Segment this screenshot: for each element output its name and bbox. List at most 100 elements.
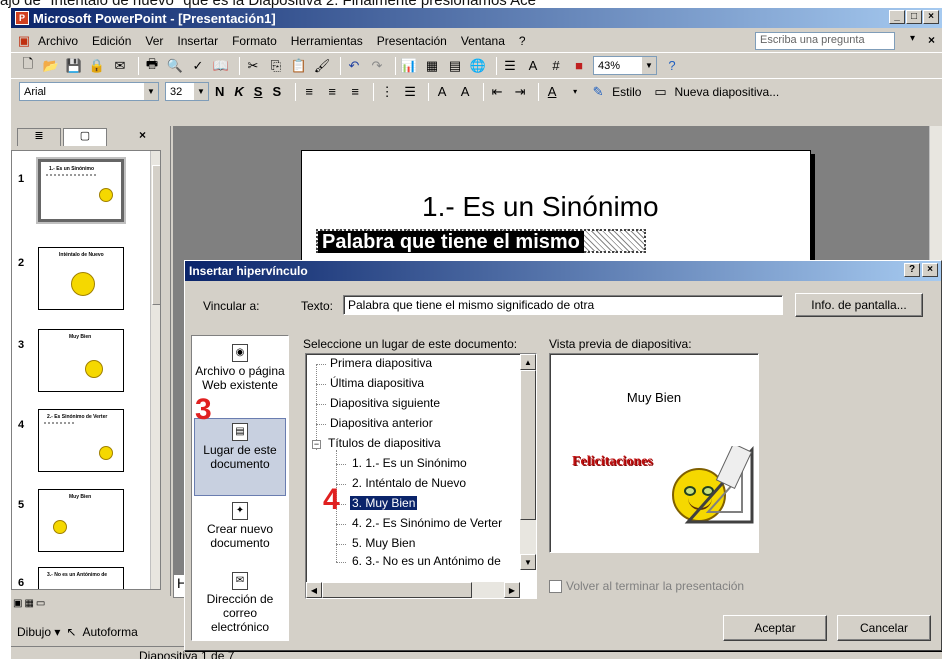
align-right-icon[interactable]: ≡ [346, 83, 364, 101]
menu-archivo[interactable]: Archivo [38, 34, 78, 48]
new-slide-icon[interactable]: ▭ [651, 83, 669, 101]
research-icon[interactable]: 📖 [212, 57, 230, 75]
slide-thumbnail-5[interactable]: Muy Bien [38, 489, 124, 552]
document-icon[interactable]: ▣ [15, 32, 33, 50]
font-color-icon[interactable]: A [543, 83, 561, 101]
font-combo[interactable]: Arial ▼ [19, 82, 159, 101]
menu-insertar[interactable]: Insertar [177, 34, 218, 48]
tree-item-slide-6[interactable]: 6. 3.- No es un Antónimo de [352, 554, 501, 568]
cancel-button[interactable]: Cancelar [837, 615, 931, 641]
collapse-icon[interactable]: − [312, 440, 321, 449]
menu-edicion[interactable]: Edición [92, 34, 131, 48]
tree-item-slide-3-selected[interactable]: 3. Muy Bien [350, 496, 418, 510]
slideshow-icon[interactable]: ▭ [36, 598, 45, 609]
dialog-close-button[interactable]: × [922, 263, 938, 277]
slide-title[interactable]: 1.- Es un Sinónimo [422, 191, 659, 223]
zoom-combo[interactable]: 43% ▼ [593, 56, 657, 75]
screentip-button[interactable]: Info. de pantalla... [795, 293, 923, 317]
menu-ventana[interactable]: Ventana [461, 34, 505, 48]
tree-item-first-slide[interactable]: Primera diapositiva [330, 356, 432, 370]
undo-icon[interactable]: ↶ [345, 57, 363, 75]
tree-group-slide-titles[interactable]: Títulos de diapositiva [328, 436, 441, 450]
tree-item-next-slide[interactable]: Diapositiva siguiente [330, 396, 440, 410]
cut-icon[interactable]: ✂ [244, 57, 262, 75]
hyperlink-icon[interactable]: 🌐 [469, 57, 487, 75]
spelling-icon[interactable]: ✓ [189, 57, 207, 75]
insert-table-icon[interactable]: ▦ [423, 57, 441, 75]
tree-item-last-slide[interactable]: Última diapositiva [330, 376, 424, 390]
chevron-down-icon[interactable]: ▼ [194, 83, 208, 100]
autoshapes-menu[interactable]: Autoforma [82, 625, 137, 639]
create-new-document-button[interactable]: ✦ Crear nuevo documento [194, 498, 286, 576]
italic-button[interactable]: K [234, 84, 243, 99]
minimize-button[interactable]: _ [889, 10, 905, 24]
formatting-icon[interactable]: A [524, 57, 542, 75]
tab-slides[interactable]: ▢ [63, 128, 107, 146]
tree-vertical-scrollbar[interactable]: ▲ ▼ [520, 354, 536, 570]
design-icon[interactable]: ✎ [589, 83, 607, 101]
new-slide-button[interactable]: Nueva diapositiva... [674, 85, 779, 99]
copy-icon[interactable]: ⎘ [267, 57, 285, 75]
tables-borders-icon[interactable]: ▤ [446, 57, 464, 75]
tree-item-slide-2[interactable]: 2. Inténtalo de Nuevo [352, 476, 466, 490]
tree-item-slide-1[interactable]: 1. 1.- Es un Sinónimo [352, 456, 467, 470]
tree-item-previous-slide[interactable]: Diapositiva anterior [330, 416, 433, 430]
tree-item-slide-5[interactable]: 5. Muy Bien [352, 536, 415, 550]
tree-item-slide-4[interactable]: 4. 2.- Es Sinónimo de Verter [352, 516, 502, 530]
chevron-down-icon[interactable]: ▼ [642, 57, 656, 74]
slide-body-placeholder[interactable]: Palabra que tiene el mismo [316, 229, 646, 253]
redo-icon[interactable]: ↷ [368, 57, 386, 75]
thumbnails-scrollbar[interactable] [150, 151, 160, 589]
scroll-up-icon[interactable]: ▲ [520, 354, 536, 370]
help-icon[interactable]: ? [663, 57, 681, 75]
bold-button[interactable]: N [215, 84, 224, 99]
expand-all-icon[interactable]: ☰ [501, 57, 519, 75]
scroll-right-icon[interactable]: ▶ [504, 582, 520, 598]
select-pointer-icon[interactable]: ↖ [66, 625, 76, 639]
menu-ver[interactable]: Ver [145, 34, 163, 48]
scroll-left-icon[interactable]: ◀ [306, 582, 322, 598]
place-in-document-button[interactable]: ▤ Lugar de este documento [194, 418, 286, 496]
open-icon[interactable]: 📂 [42, 57, 60, 75]
save-icon[interactable]: 💾 [65, 57, 83, 75]
document-places-tree[interactable]: Primera diapositiva Última diapositiva D… [305, 353, 537, 599]
numbering-icon[interactable]: ⋮ [378, 83, 396, 101]
increase-font-icon[interactable]: A [433, 83, 451, 101]
menu-presentacion[interactable]: Presentación [377, 34, 447, 48]
slide-thumbnail-4[interactable]: 2.- Es Sinónimo de Verter [38, 409, 124, 472]
format-painter-icon[interactable]: 🖌 [313, 57, 331, 75]
menu-formato[interactable]: Formato [232, 34, 277, 48]
grid-icon[interactable]: # [547, 57, 565, 75]
return-after-show-checkbox[interactable] [549, 579, 562, 593]
bullets-icon[interactable]: ☰ [401, 83, 419, 101]
color-grayscale-icon[interactable]: ■ [570, 57, 588, 75]
slide-thumbnail-3[interactable]: Muy Bien [38, 329, 124, 392]
slide-thumbnail-6[interactable]: 3.- No es un Antónimo de [38, 567, 124, 589]
draw-menu[interactable]: Dibujo ▾ [17, 625, 60, 639]
close-doc-icon[interactable]: × [928, 33, 935, 47]
style-button[interactable]: Estilo [612, 85, 641, 99]
permission-icon[interactable]: 🔒 [88, 57, 106, 75]
tree-horizontal-scrollbar[interactable]: ◀ ▶ [306, 582, 520, 598]
print-icon[interactable]: 🖶 [143, 56, 161, 75]
ask-question-box[interactable]: Escriba una pregunta [755, 32, 895, 50]
font-size-combo[interactable]: 32 ▼ [165, 82, 209, 101]
chevron-down-icon[interactable]: ▾ [910, 33, 915, 44]
maximize-button[interactable]: □ [906, 10, 922, 24]
email-address-button[interactable]: ✉ Dirección de correo electrónico [194, 568, 286, 646]
email-icon[interactable]: ✉ [111, 57, 129, 75]
ok-button[interactable]: Aceptar [723, 615, 827, 641]
align-center-icon[interactable]: ≡ [323, 83, 341, 101]
shadow-button[interactable]: S [272, 84, 281, 99]
insert-chart-icon[interactable]: 📊 [400, 57, 418, 75]
tab-outline[interactable]: ≣ [17, 128, 61, 146]
close-button[interactable]: × [923, 10, 939, 24]
underline-button[interactable]: S [254, 84, 263, 99]
print-preview-icon[interactable]: 🔍 [166, 57, 184, 75]
new-icon[interactable]: 🗋 [19, 56, 37, 75]
slide-thumbnail-2[interactable]: Inténtalo de Nuevo [38, 247, 124, 310]
slide-thumbnail-1[interactable]: 1.- Es un Sinónimo [38, 159, 124, 222]
decrease-font-icon[interactable]: A [456, 83, 474, 101]
chevron-down-icon[interactable]: ▾ [566, 83, 584, 101]
menu-help[interactable]: ? [519, 34, 526, 48]
